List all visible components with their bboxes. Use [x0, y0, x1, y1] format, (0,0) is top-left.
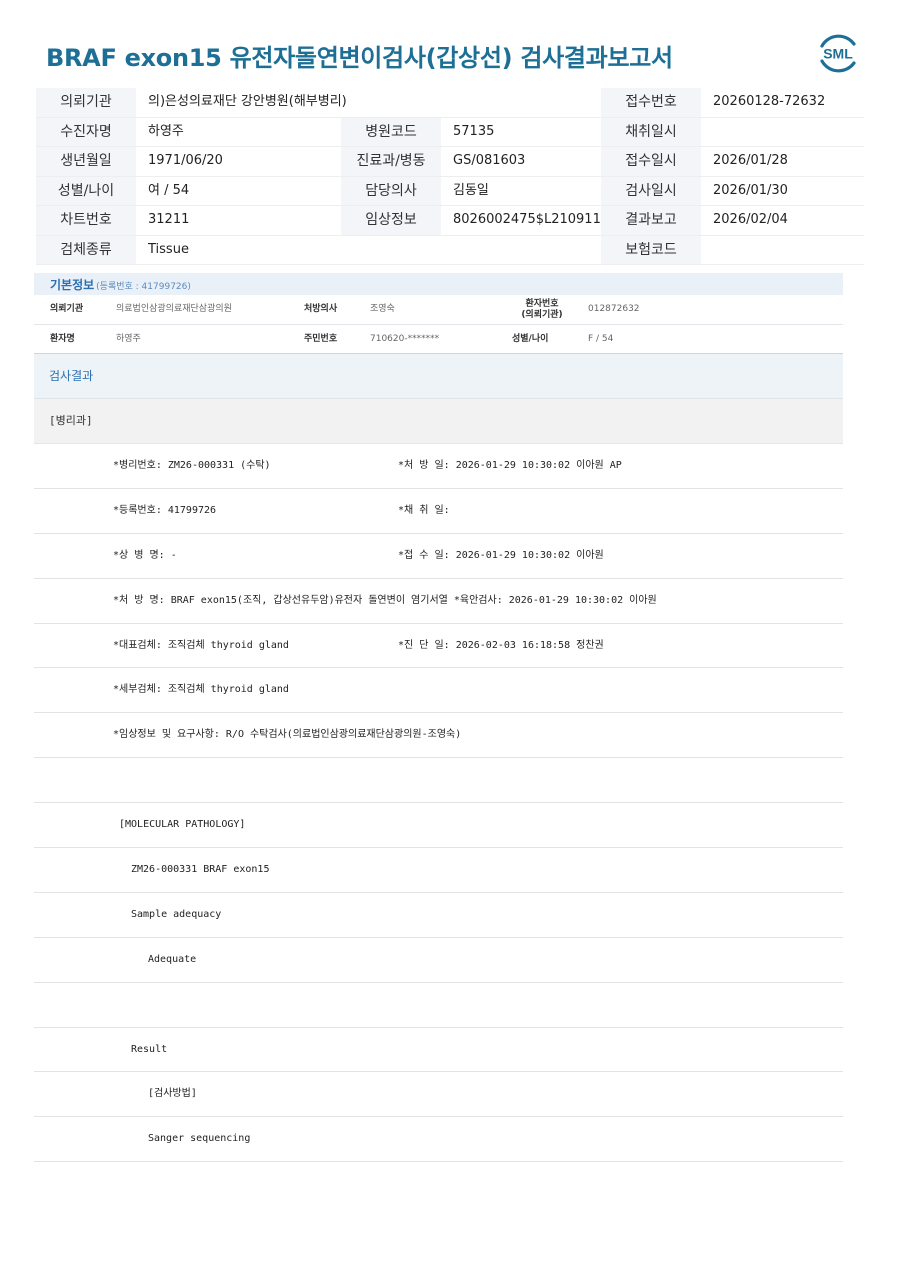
bi-institution-value: 의료법인삼광의료재단삼광의원	[116, 304, 232, 314]
report-line-text: Result	[131, 1043, 168, 1055]
header-row-birth: 생년월일 1971/06/20 진료과/병동 GS/081603 접수일시 20…	[36, 147, 864, 177]
report-line-text: Sample adequacy	[131, 908, 222, 920]
report-line: *처 방 명: BRAF exon15(조직, 갑상선유두암)유전자 돌연변이 …	[34, 579, 843, 624]
report-line-text-right: *채 취 일:	[398, 504, 450, 516]
basic-info-reg-no: (등록번호 : 41799726)	[96, 282, 191, 292]
dept-label: 진료과/병동	[341, 147, 441, 176]
result-heading: 검사결과	[34, 353, 843, 399]
report-line-text-right: *처 방 일: 2026-01-29 10:30:02 이아원 AP	[398, 460, 622, 471]
bi-patient-no-label: 환자번호 (의뢰기관)	[512, 295, 572, 328]
report-line: [검사방법]	[34, 1072, 843, 1118]
bi-patient-no-label-line1: 환자번호	[525, 299, 559, 309]
specimen-value: Tissue	[148, 241, 189, 257]
sex-age-value: 여 / 54	[148, 182, 190, 198]
doctor-label: 담당의사	[341, 176, 441, 205]
bi-rrn-label: 주민번호	[304, 334, 338, 344]
bi-sex-age-value: F / 54	[588, 334, 614, 344]
bi-prescriber-value: 조영숙	[370, 304, 395, 314]
report-line: ZM26-000331 BRAF exon15	[34, 848, 843, 893]
report-line-text-right: *진 단 일: 2026-02-03 16:18:58 정찬권	[398, 639, 604, 651]
report-line-text: *등록번호: 41799726	[113, 504, 217, 516]
bi-patient-name-value: 하영주	[116, 334, 141, 344]
header-row-institution: 의뢰기관 의)은성의료재단 강안병원(해부병리) 접수번호 20260128-7…	[36, 88, 864, 118]
report-line	[34, 983, 843, 1028]
birth-label: 생년월일	[36, 147, 136, 176]
report-line-text: *대표검체: 조직검체 thyroid gland	[113, 639, 289, 651]
birth-value: 1971/06/20	[148, 153, 223, 168]
institution-value: 의)은성의료재단 강안병원(해부병리)	[148, 94, 347, 109]
doctor-value: 김동일	[453, 182, 489, 198]
bi-sex-age-label: 성별/나이	[512, 334, 549, 344]
received-date-label: 접수일시	[601, 147, 701, 176]
basic-info-row-2: 환자명 하영주 주민번호 710620-******* 성별/나이 F / 54	[34, 325, 843, 355]
clinical-label: 임상정보	[341, 206, 441, 235]
basic-info-section: 기본정보 (등록번호 : 41799726) 의뢰기관 의료법인삼광의료재단삼광의…	[34, 273, 843, 355]
report-line-text: *처 방 명: BRAF exon15(조직, 갑상선유두암)유전자 돌연변이 …	[113, 594, 657, 606]
sml-logo: SML	[820, 34, 856, 73]
bi-institution-label: 의뢰기관	[50, 304, 84, 314]
report-line-text: *임상정보 및 요구사항: R/O 수탁검사(의료법인삼광의료재단삼광의원-조영…	[113, 729, 462, 741]
report-date-value: 2026/02/04	[713, 212, 788, 227]
report-date-label: 결과보고	[601, 206, 701, 235]
report-line: *병리번호: ZM26-000331 (수탁) *처 방 일: 2026-01-2…	[34, 444, 843, 489]
header-row-examinee: 수진자명 하영주 병원코드 57135 채취일시	[36, 117, 864, 147]
logo-text: SML	[823, 46, 853, 62]
bi-patient-no-value: 012872632	[588, 304, 640, 314]
report-line: [MOLECULAR PATHOLOGY]	[34, 803, 843, 849]
report-line: *대표검체: 조직검체 thyroid gland *진 단 일: 2026-02…	[34, 624, 843, 669]
examinee-value: 하영주	[148, 123, 184, 139]
header-info-table: 의뢰기관 의)은성의료재단 강안병원(해부병리) 접수번호 20260128-7…	[36, 88, 864, 265]
header-row-chart: 차트번호 31211 임상정보 8026002475$L210911 결과보고 …	[36, 206, 864, 236]
receipt-no-value: 20260128-72632	[713, 94, 826, 109]
report-line: Adequate	[34, 938, 843, 983]
report-line-text: *상 병 명: -	[113, 549, 177, 561]
insurance-label: 보험코드	[601, 235, 701, 264]
basic-info-title: 기본정보	[50, 278, 95, 292]
report-line: Sample adequacy	[34, 893, 843, 938]
report-title: BRAF exon15 유전자돌연변이검사(갑상선) 검사결과보고서	[46, 44, 673, 72]
basic-info-header: 기본정보 (등록번호 : 41799726)	[34, 273, 843, 295]
sex-age-label: 성별/나이	[36, 176, 136, 205]
specimen-label: 검체종류	[36, 235, 136, 264]
basic-info-row-1: 의뢰기관 의료법인삼광의료재단삼광의원 처방의사 조영숙 환자번호 (의뢰기관) …	[34, 295, 843, 325]
report-line: *세부검체: 조직검체 thyroid gland	[34, 668, 843, 714]
header-row-specimen: 검체종류 Tissue 보험코드	[36, 235, 864, 265]
chart-no-label: 차트번호	[36, 206, 136, 235]
report-line-text: Adequate	[148, 953, 197, 965]
insurance-value	[701, 236, 863, 265]
report-line-text: ZM26-000331 BRAF exon15	[131, 864, 270, 876]
collection-date-label: 채취일시	[601, 117, 701, 146]
report-line-text: [MOLECULAR PATHOLOGY]	[119, 819, 246, 831]
report-line-text-right: *접 수 일: 2026-01-29 10:30:02 이아원	[398, 549, 604, 561]
report-lines: *병리번호: ZM26-000331 (수탁) *처 방 일: 2026-01-2…	[34, 444, 843, 1163]
test-date-label: 검사일시	[601, 176, 701, 205]
institution-label: 의뢰기관	[36, 88, 136, 117]
header-row-sex-age: 성별/나이 여 / 54 담당의사 김동일 검사일시 2026/01/30	[36, 176, 864, 206]
report-line: Sanger sequencing	[34, 1117, 843, 1163]
report-line: *임상정보 및 요구사항: R/O 수탁검사(의료법인삼광의료재단삼광의원-조영…	[34, 713, 843, 759]
received-date-value: 2026/01/28	[713, 153, 788, 168]
hospital-code-value: 57135	[453, 123, 495, 139]
report-line-text: *세부검체: 조직검체 thyroid gland	[113, 684, 289, 696]
report-line-text: *병리번호: ZM26-000331 (수탁)	[113, 460, 271, 471]
bi-patient-no-label-line2: (의뢰기관)	[521, 310, 563, 320]
bi-prescriber-label: 처방의사	[304, 304, 338, 314]
receipt-no-label: 접수번호	[601, 88, 701, 117]
bi-patient-name-label: 환자명	[50, 334, 75, 344]
dept-value: GS/081603	[453, 153, 526, 168]
examinee-label: 수진자명	[36, 117, 136, 146]
report-line	[34, 758, 843, 804]
chart-no-value: 31211	[148, 212, 190, 227]
report-line: Result	[34, 1028, 843, 1073]
report-line-text: Sanger sequencing	[148, 1133, 251, 1145]
bi-rrn-value: 710620-*******	[370, 334, 440, 344]
hospital-code-label: 병원코드	[341, 117, 441, 146]
collection-date-value	[701, 118, 863, 147]
report-line-text: [검사방법]	[148, 1088, 197, 1100]
report-line: *상 병 명: - *접 수 일: 2026-01-29 10:30:02 이아원	[34, 534, 843, 579]
report-line: *등록번호: 41799726 *채 취 일:	[34, 489, 843, 534]
test-date-value: 2026/01/30	[713, 182, 788, 198]
dept-heading: [병리과]	[34, 399, 843, 444]
clinical-value: 8026002475$L210911	[453, 212, 601, 227]
